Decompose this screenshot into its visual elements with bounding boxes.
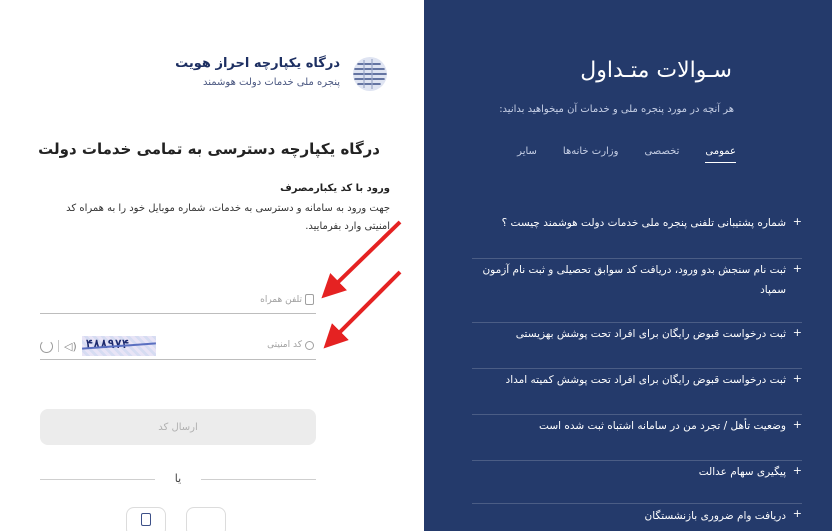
globe-logo-icon (353, 57, 387, 91)
faq-tabs: عمومی تخصصی وزارت خانه‌ها سایر (517, 146, 736, 163)
faq-item[interactable]: شماره پشتیبانی تلفنی پنجره ملی خدمات دول… (472, 212, 802, 259)
page-title: درگاه یکپارچه دسترسی به تمامی خدمات دولت (38, 140, 380, 158)
phone-label: تلفن همراه (260, 294, 314, 305)
brand-header: درگاه یکپارچه احراز هویت پنجره ملی خدمات… (90, 50, 390, 100)
tab-other[interactable]: سایر (517, 146, 537, 163)
send-code-button[interactable]: ارسال کد (40, 409, 316, 445)
code-login-button[interactable]: 010 010 (186, 507, 226, 531)
phone-placeholder: تلفن همراه (260, 294, 302, 305)
faq-item[interactable]: وضعیت تأهل / تجرد من در سامانه اشتباه ثب… (472, 415, 802, 461)
speaker-icon[interactable]: ◁) (64, 340, 77, 353)
faq-item[interactable]: پیگیری سهام عدالت (472, 461, 802, 504)
faq-panel: سـوالات متـداول هر آنچه در مورد پنجره مل… (424, 0, 832, 531)
faq-item[interactable]: دریافت وام ضروری بازنشستگان (472, 504, 802, 531)
brand-subtitle: پنجره ملی خدمات دولت هوشمند (203, 77, 340, 88)
otp-code-glyph: 010 010 (188, 514, 199, 527)
mobile-icon (305, 294, 314, 305)
faq-item[interactable]: ثبت درخواست قبوض رایگان برای افراد تحت پ… (472, 369, 802, 415)
faq-item[interactable]: ثبت نام سنجش بدو ورود، دریافت کد سوابق ت… (472, 259, 802, 323)
sim-card-icon (141, 513, 151, 526)
refresh-icon[interactable] (40, 339, 53, 353)
sim-login-button[interactable] (126, 507, 166, 531)
divider-line (201, 479, 316, 480)
captcha-image: ۴۸۸۹۷۴ (81, 336, 156, 356)
login-panel: درگاه یکپارچه احراز هویت پنجره ملی خدمات… (0, 0, 424, 531)
divider (58, 340, 59, 352)
tab-specialized[interactable]: تخصصی (644, 146, 679, 163)
faq-list: شماره پشتیبانی تلفنی پنجره ملی خدمات دول… (472, 212, 802, 531)
phone-field[interactable]: تلفن همراه (40, 288, 316, 314)
login-section-title: ورود با کد یکبارمصرف (280, 183, 390, 194)
faq-item[interactable]: ثبت درخواست قبوض رایگان برای افراد تحت پ… (472, 323, 802, 369)
brand-title: درگاه یکپارچه احراز هویت (175, 56, 340, 71)
faq-title: سـوالات متـداول (580, 58, 732, 83)
captcha-field[interactable]: کد امنیتی ◁) ۴۸۸۹۷۴ (40, 334, 316, 360)
captcha-label: کد امنیتی (267, 340, 314, 350)
captcha-placeholder: کد امنیتی (267, 340, 302, 350)
tab-ministries[interactable]: وزارت خانه‌ها (563, 146, 619, 163)
otp-code-icon: 010 010 (188, 513, 213, 531)
or-divider: یا (40, 472, 316, 486)
login-description: جهت ورود به سامانه و دسترسی به خدمات، شم… (66, 203, 390, 232)
shield-check-icon (305, 340, 314, 350)
tab-general[interactable]: عمومی (705, 146, 736, 163)
captcha-controls: ◁) ۴۸۸۹۷۴ (40, 336, 156, 356)
faq-subtitle: هر آنچه در مورد پنجره ملی و خدمات آن میخ… (499, 104, 734, 115)
